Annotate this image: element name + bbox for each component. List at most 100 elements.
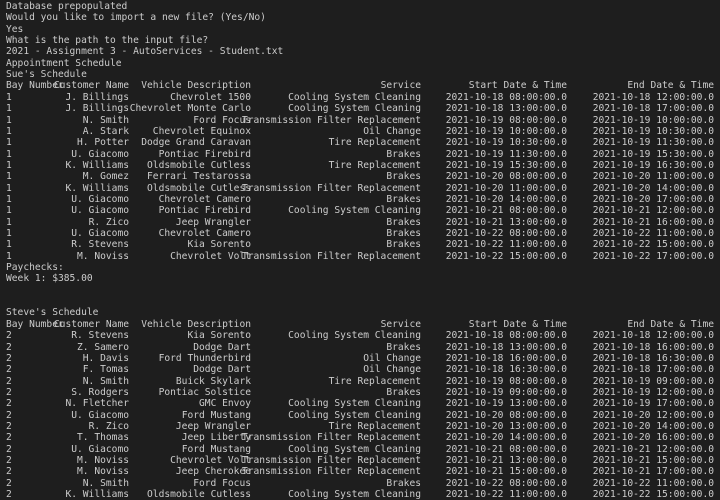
table-row: 1 U. Giacomo Chevrolet Camero Brakes 2021-10… <box>0 194 720 205</box>
cell-service: Oil Change <box>363 352 421 364</box>
cell-service: Brakes <box>386 386 421 398</box>
cell-end: 2021-10-20 14:00:00.0 <box>592 420 714 432</box>
cell-customer: A. Stark <box>82 125 129 137</box>
cell-service: Transmission Filter Replacement <box>241 182 421 194</box>
cell-service: Transmission Filter Replacement <box>241 466 421 478</box>
cell-end: 2021-10-22 11:00:00.0 <box>592 477 714 489</box>
cell-bay: 2 <box>6 443 12 455</box>
cell-start: 2021-10-19 09:00:00.0 <box>445 386 567 398</box>
cell-end: 2021-10-21 15:00:00.0 <box>592 455 714 466</box>
cell-start: 2021-10-21 13:00:00.0 <box>445 216 567 228</box>
intro-line: What is the path to the input file? <box>6 35 209 47</box>
intro-line: Database prepopulated <box>6 1 128 12</box>
cell-end: 2021-10-19 12:00:00.0 <box>592 386 714 398</box>
cell-service: Brakes <box>386 148 421 160</box>
cell-customer: S. Rodgers <box>71 386 129 398</box>
cell-start: 2021-10-18 08:00:00.0 <box>445 330 567 342</box>
cell-customer: J. Billings <box>65 103 129 115</box>
table-row: 1 M. Gomez Ferrari Testarossa Brakes 2021-10… <box>0 171 720 182</box>
cell-service: Oil Change <box>363 364 421 376</box>
cell-bay: 2 <box>6 386 12 398</box>
table-row: 1 R. Zico Jeep Wrangler Brakes 2021-10-21 13… <box>0 217 720 228</box>
table-row: 1 M. Noviss Chevrolet Volt Transmission Fil… <box>0 251 720 262</box>
table-row: 2 S. Rodgers Pontiac Solstice Brakes 2021-10… <box>0 387 720 398</box>
cell-end: 2021-10-19 16:30:00.0 <box>592 159 714 171</box>
cell-end: 2021-10-19 15:30:00.0 <box>592 148 714 160</box>
cell-bay: 1 <box>6 205 12 217</box>
cell-service: Tire Replacement <box>328 420 421 432</box>
cell-customer: Customer Name <box>53 80 129 92</box>
cell-bay: 1 <box>6 239 12 251</box>
cell-end: End Date & Time <box>627 80 714 92</box>
cell-bay: 1 <box>6 250 12 262</box>
cell-start: 2021-10-21 15:00:00.0 <box>445 466 567 478</box>
cell-customer: N. Smith <box>82 114 129 126</box>
cell-end: 2021-10-19 10:00:00.0 <box>592 114 714 126</box>
cell-end: 2021-10-20 16:00:00.0 <box>592 432 714 444</box>
cell-customer: T. Thomas <box>77 432 129 444</box>
cell-service: Tire Replacement <box>328 159 421 171</box>
cell-customer: K. Williams <box>65 159 129 171</box>
table-row: 2 R. Zico Jeep Wrangler Tire Replacement 202… <box>0 421 720 432</box>
table-header: Bay Number Customer Name Vehicle Descripti… <box>0 80 720 91</box>
cell-service: Brakes <box>386 228 421 239</box>
cell-vehicle: Jeep Liberty <box>181 432 251 444</box>
cell-bay: 2 <box>6 455 12 466</box>
cell-vehicle: Chevrolet Monte Carlo <box>129 103 251 115</box>
table-row: 1 J. Billings Chevrolet 1500 Cooling System… <box>0 92 720 103</box>
cell-customer: R. Zico <box>88 420 129 432</box>
cell-end: 2021-10-19 11:30:00.0 <box>592 137 714 149</box>
cell-vehicle: Pontiac Firebird <box>158 205 251 217</box>
cell-start: 2021-10-19 13:00:00.0 <box>445 398 567 410</box>
cell-vehicle: Ford Mustang <box>181 409 251 421</box>
table-row: 2 N. Fletcher GMC Envoy Cooling System Clea… <box>0 398 720 409</box>
cell-start: 2021-10-18 16:00:00.0 <box>445 352 567 364</box>
cell-bay: 1 <box>6 125 12 137</box>
cell-customer: R. Stevens <box>71 239 129 251</box>
cell-end: 2021-10-20 11:00:00.0 <box>592 171 714 183</box>
cell-end: 2021-10-19 09:00:00.0 <box>592 375 714 387</box>
terminal-output: Database prepopulated Would you like to i… <box>0 0 720 500</box>
table-row: 1 K. Williams Oldsmobile Cutless Transmissi… <box>0 183 720 194</box>
cell-start: 2021-10-19 08:00:00.0 <box>445 114 567 126</box>
cell-customer: R. Zico <box>88 216 129 228</box>
cell-customer: U. Giacomo <box>71 409 129 421</box>
paycheck-line: Week 1: $385.00 <box>6 273 93 285</box>
table-row: 1 J. Billings Chevrolet Monte Carlo Cooling… <box>0 103 720 114</box>
cell-service: Transmission Filter Replacement <box>241 250 421 262</box>
cell-vehicle: Ferrari Testarossa <box>147 171 251 183</box>
cell-bay: 2 <box>6 364 12 376</box>
cell-bay: 2 <box>6 420 12 432</box>
cell-vehicle: Dodge Dart <box>193 364 251 376</box>
cell-bay: 1 <box>6 171 12 183</box>
table-row: 2 H. Davis Ford Thunderbird Oil Change 2021-… <box>0 353 720 364</box>
table-row: 1 K. Williams Oldsmobile Cutless Tire Repla… <box>0 160 720 171</box>
cell-start: 2021-10-19 15:30:00.0 <box>445 159 567 171</box>
cell-service: Service <box>380 80 421 92</box>
table-row: 1 U. Giacomo Chevrolet Camero Brakes 2021-10… <box>0 228 720 239</box>
cell-vehicle: Oldsmobile Cutless <box>147 159 251 171</box>
cell-customer: M. Noviss <box>77 250 129 262</box>
cell-start: 2021-10-22 08:00:00.0 <box>445 477 567 489</box>
cell-vehicle: Chevrolet Equinox <box>152 125 251 137</box>
cell-end: 2021-10-21 16:00:00.0 <box>592 216 714 228</box>
cell-end: 2021-10-19 17:00:00.0 <box>592 398 714 410</box>
cell-customer: N. Smith <box>82 375 129 387</box>
table-row: 2 Z. Samero Dodge Dart Brakes 2021-10-18 13:… <box>0 342 720 353</box>
cell-service: Brakes <box>386 239 421 251</box>
cell-vehicle: Buick Skylark <box>175 375 251 387</box>
cell-start: 2021-10-20 08:00:00.0 <box>445 409 567 421</box>
cell-customer: Customer Name <box>53 318 129 330</box>
cell-bay: 2 <box>6 398 12 410</box>
cell-start: 2021-10-21 13:00:00.0 <box>445 455 567 466</box>
cell-bay: 2 <box>6 341 12 353</box>
cell-start: 2021-10-19 08:00:00.0 <box>445 375 567 387</box>
cell-bay: 2 <box>6 375 12 387</box>
cell-service: Cooling System Cleaning <box>288 443 421 455</box>
cell-service: Cooling System Cleaning <box>288 330 421 342</box>
cell-end: 2021-10-21 17:00:00.0 <box>592 466 714 478</box>
cell-vehicle: Vehicle Description <box>141 318 251 330</box>
cell-customer: U. Giacomo <box>71 148 129 160</box>
cell-bay: 1 <box>6 182 12 194</box>
cell-end: 2021-10-20 14:00:00.0 <box>592 182 714 194</box>
